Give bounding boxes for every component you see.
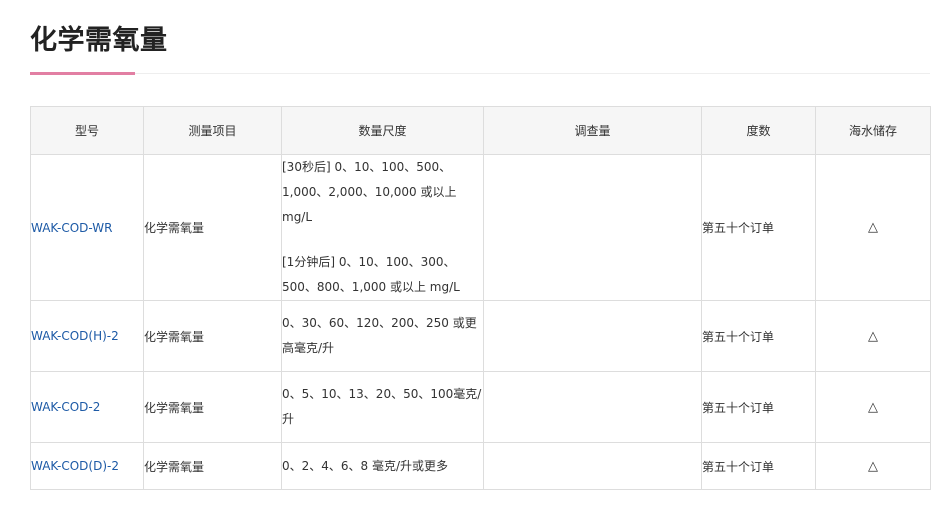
- item-cell: 化学需氧量: [143, 371, 282, 443]
- title-accent-bar: [30, 72, 135, 75]
- range-cell: 0、5、10、13、20、50、100毫克/升: [281, 371, 484, 443]
- item-cell: 化学需氧量: [143, 442, 282, 490]
- model-cell[interactable]: WAK-COD(H)-2: [30, 300, 144, 372]
- range-cell: [30秒后] 0、10、100、500、1,000、2,000、10,000 或…: [281, 154, 484, 301]
- survey-cell: [483, 371, 702, 443]
- range-text: 0、30、60、120、200、250 或更高毫克/升: [282, 316, 477, 355]
- range-text: 0、5、10、13、20、50、100毫克/升: [282, 387, 482, 426]
- model-cell[interactable]: WAK-COD-2: [30, 371, 144, 443]
- order-cell: 第五十个订单: [701, 154, 816, 301]
- order-cell: 第五十个订单: [701, 371, 816, 443]
- item-cell: 化学需氧量: [143, 154, 282, 301]
- header-model: 型号: [30, 106, 144, 155]
- range-cell: 0、30、60、120、200、250 或更高毫克/升: [281, 300, 484, 372]
- order-cell: 第五十个订单: [701, 300, 816, 372]
- model-cell[interactable]: WAK-COD-WR: [30, 154, 144, 301]
- marine-cell: △: [815, 442, 931, 490]
- header-survey: 调查量: [483, 106, 702, 155]
- marine-cell: △: [815, 371, 931, 443]
- range-text: [1分钟后] 0、10、100、300、500、800、1,000 或以上 mg…: [282, 255, 460, 294]
- header-range: 数量尺度: [281, 106, 484, 155]
- page-title: 化学需氧量: [30, 25, 168, 56]
- table-row: WAK-COD(H)-2 化学需氧量 0、30、60、120、200、250 或…: [30, 300, 931, 372]
- header-order: 度数: [701, 106, 816, 155]
- table-header-row: 型号 测量项目 数量尺度 调查量 度数 海水储存: [30, 106, 931, 155]
- survey-cell: [483, 442, 702, 490]
- item-cell: 化学需氧量: [143, 300, 282, 372]
- order-cell: 第五十个订单: [701, 442, 816, 490]
- table-row: WAK-COD-2 化学需氧量 0、5、10、13、20、50、100毫克/升 …: [30, 371, 931, 443]
- survey-cell: [483, 154, 702, 301]
- marine-cell: △: [815, 154, 931, 301]
- table-row: WAK-COD-WR 化学需氧量 [30秒后] 0、10、100、500、1,0…: [30, 154, 931, 301]
- range-text: [30秒后] 0、10、100、500、1,000、2,000、10,000 或…: [282, 160, 457, 224]
- marine-cell: △: [815, 300, 931, 372]
- title-divider: [30, 73, 930, 74]
- header-item: 测量项目: [143, 106, 282, 155]
- spec-table: 型号 测量项目 数量尺度 调查量 度数 海水储存 WAK-COD-WR 化学需氧…: [30, 106, 931, 490]
- range-cell: 0、2、4、6、8 毫克/升或更多: [281, 442, 484, 490]
- table-row: WAK-COD(D)-2 化学需氧量 0、2、4、6、8 毫克/升或更多 第五十…: [30, 442, 931, 490]
- survey-cell: [483, 300, 702, 372]
- model-cell[interactable]: WAK-COD(D)-2: [30, 442, 144, 490]
- header-marine: 海水储存: [815, 106, 931, 155]
- range-text: 0、2、4、6、8 毫克/升或更多: [282, 458, 449, 473]
